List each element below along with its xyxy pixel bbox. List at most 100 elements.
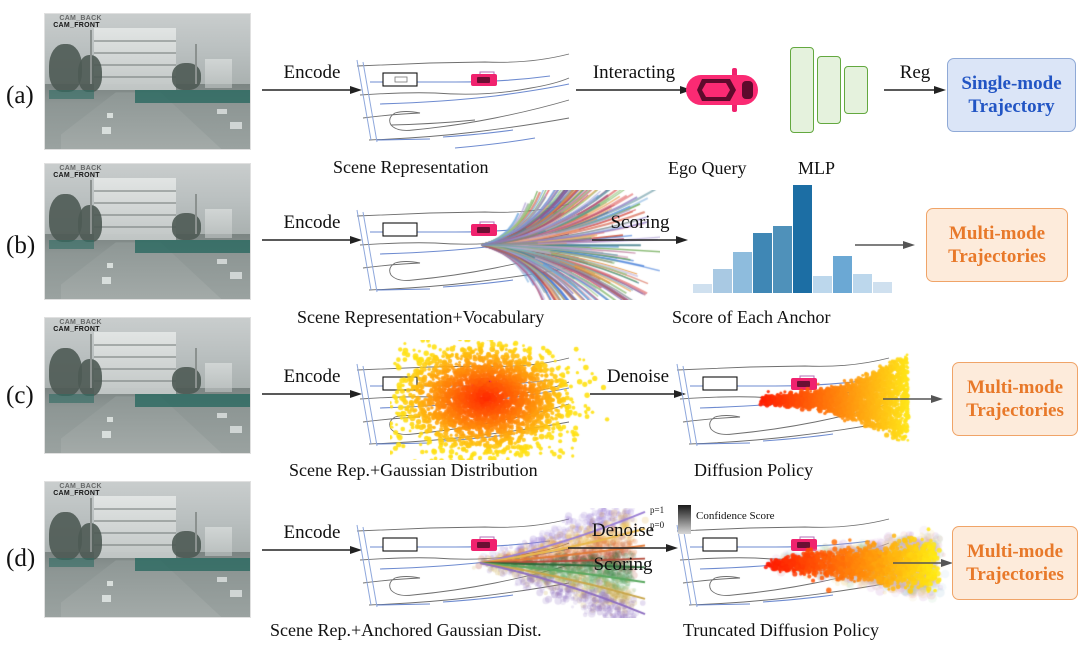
output-box-multi-mode-row-b[interactable]: Multi-mode Trajectories (926, 208, 1068, 282)
tree (49, 348, 82, 397)
caption-ego-query: Ego Query (668, 158, 746, 179)
caption-chart-row-b: Score of Each Anchor (672, 307, 830, 328)
lane-dash (107, 113, 113, 118)
ego-query-vehicle-icon (684, 67, 764, 118)
building-floor-line (94, 202, 176, 204)
output-box-multi-mode-row-c[interactable]: Multi-mode Trajectories (952, 362, 1078, 436)
result-arrow-row-d (893, 556, 953, 574)
lane-dash (102, 277, 110, 284)
bev-scene-row-a (335, 40, 570, 155)
legend-tick-low: p=0 (650, 520, 664, 531)
building-main (94, 332, 176, 394)
panel-letter-d: (d) (6, 545, 35, 573)
output-box-single-mode-trajectory[interactable]: Single-mode Trajectory (947, 58, 1076, 132)
caption-policy-row-c: Diffusion Policy (694, 460, 813, 481)
bar-8 (833, 256, 852, 293)
median-curb (49, 558, 94, 567)
output-line-2: Trajectories (948, 245, 1046, 268)
light-pole (195, 512, 197, 553)
panel-letter-a: (a) (6, 82, 34, 110)
curb-marker (217, 109, 227, 114)
tree (49, 44, 82, 93)
scoring-arrow-label: Scoring (592, 212, 688, 234)
cam-front-label: CAM_FRONT (53, 22, 100, 29)
building-floor-line (94, 544, 176, 546)
caption-mlp: MLP (798, 158, 835, 179)
scoring-arrow-row-b: Scoring (592, 212, 688, 246)
cam-front-label: CAM_FRONT (53, 172, 100, 179)
median-curb (49, 240, 94, 249)
caption-scene-row-c: Scene Rep.+Gaussian Distribution (289, 460, 538, 481)
lane-dash (102, 595, 110, 602)
curb-marker (230, 426, 242, 433)
building-far (205, 527, 232, 557)
output-box-multi-mode-row-d[interactable]: Multi-mode Trajectories (952, 526, 1078, 600)
bar-3 (733, 252, 752, 293)
building-floor-line (94, 40, 176, 42)
panel-letter-b: (b) (6, 232, 35, 260)
light-pole (90, 180, 92, 234)
output-line-1: Single-mode (961, 72, 1061, 95)
building-floor-line (94, 190, 176, 192)
bar-7 (813, 276, 832, 293)
building-floor-line (94, 76, 176, 78)
curb-marker (230, 122, 242, 129)
building-floor-line (94, 344, 176, 346)
interacting-arrow-row-a: Interacting (576, 62, 692, 96)
curb-marker (217, 413, 227, 418)
median-curb (135, 240, 250, 254)
median-curb (49, 394, 94, 403)
median-curb (135, 558, 250, 572)
panel-letter-c: (c) (6, 382, 34, 410)
bev-scene-row-d (335, 505, 570, 620)
camera-image-row-a: CAM_BACK CAM_FRONT (45, 14, 250, 149)
bar-6 (793, 185, 812, 293)
bar-4 (753, 233, 772, 293)
tree (49, 194, 82, 243)
building-floor-line (94, 520, 176, 522)
mlp-layer-1 (790, 47, 814, 133)
median-curb (135, 90, 250, 104)
interacting-arrow-label: Interacting (576, 62, 692, 84)
building-floor-line (94, 532, 176, 534)
lane-dash (107, 581, 113, 586)
building-main (94, 496, 176, 558)
mlp-block (790, 47, 868, 133)
output-line-1: Multi-mode (967, 540, 1063, 563)
building-floor-line (94, 356, 176, 358)
bar-10 (873, 282, 892, 293)
output-line-2: Trajectory (968, 95, 1054, 118)
building-main (94, 28, 176, 90)
light-pole (90, 498, 92, 552)
bar-9 (853, 274, 872, 293)
mlp-layer-2 (817, 56, 841, 124)
light-pole (195, 44, 197, 85)
output-line-2: Trajectories (966, 563, 1064, 586)
building-far (205, 209, 232, 239)
curb-marker (217, 259, 227, 264)
reg-arrow: Reg (884, 62, 946, 96)
result-arrow-row-b (855, 238, 915, 256)
caption-scene-row-a: Scene Representation (333, 157, 488, 178)
caption-scene-row-d: Scene Rep.+Anchored Gaussian Dist. (270, 620, 542, 641)
camera-image-row-d: CAM_BACK CAM_FRONT (45, 482, 250, 617)
lane-dash (107, 263, 113, 268)
lane-dash (102, 127, 110, 134)
light-pole (90, 30, 92, 84)
camera-image-row-b: CAM_BACK CAM_FRONT (45, 164, 250, 299)
output-line-1: Multi-mode (967, 376, 1063, 399)
building-floor-line (94, 380, 176, 382)
building-floor-line (94, 214, 176, 216)
light-pole (195, 194, 197, 235)
confidence-gradient-bar (678, 505, 691, 534)
median-curb (135, 394, 250, 408)
lane-dash (107, 417, 113, 422)
camera-image-row-c: CAM_BACK CAM_FRONT (45, 318, 250, 453)
curb-marker (230, 272, 242, 279)
mlp-layer-3 (844, 66, 868, 114)
reg-arrow-label: Reg (884, 62, 946, 84)
building-main (94, 178, 176, 240)
building-floor-line (94, 64, 176, 66)
building-floor-line (94, 52, 176, 54)
building-far (205, 59, 232, 89)
